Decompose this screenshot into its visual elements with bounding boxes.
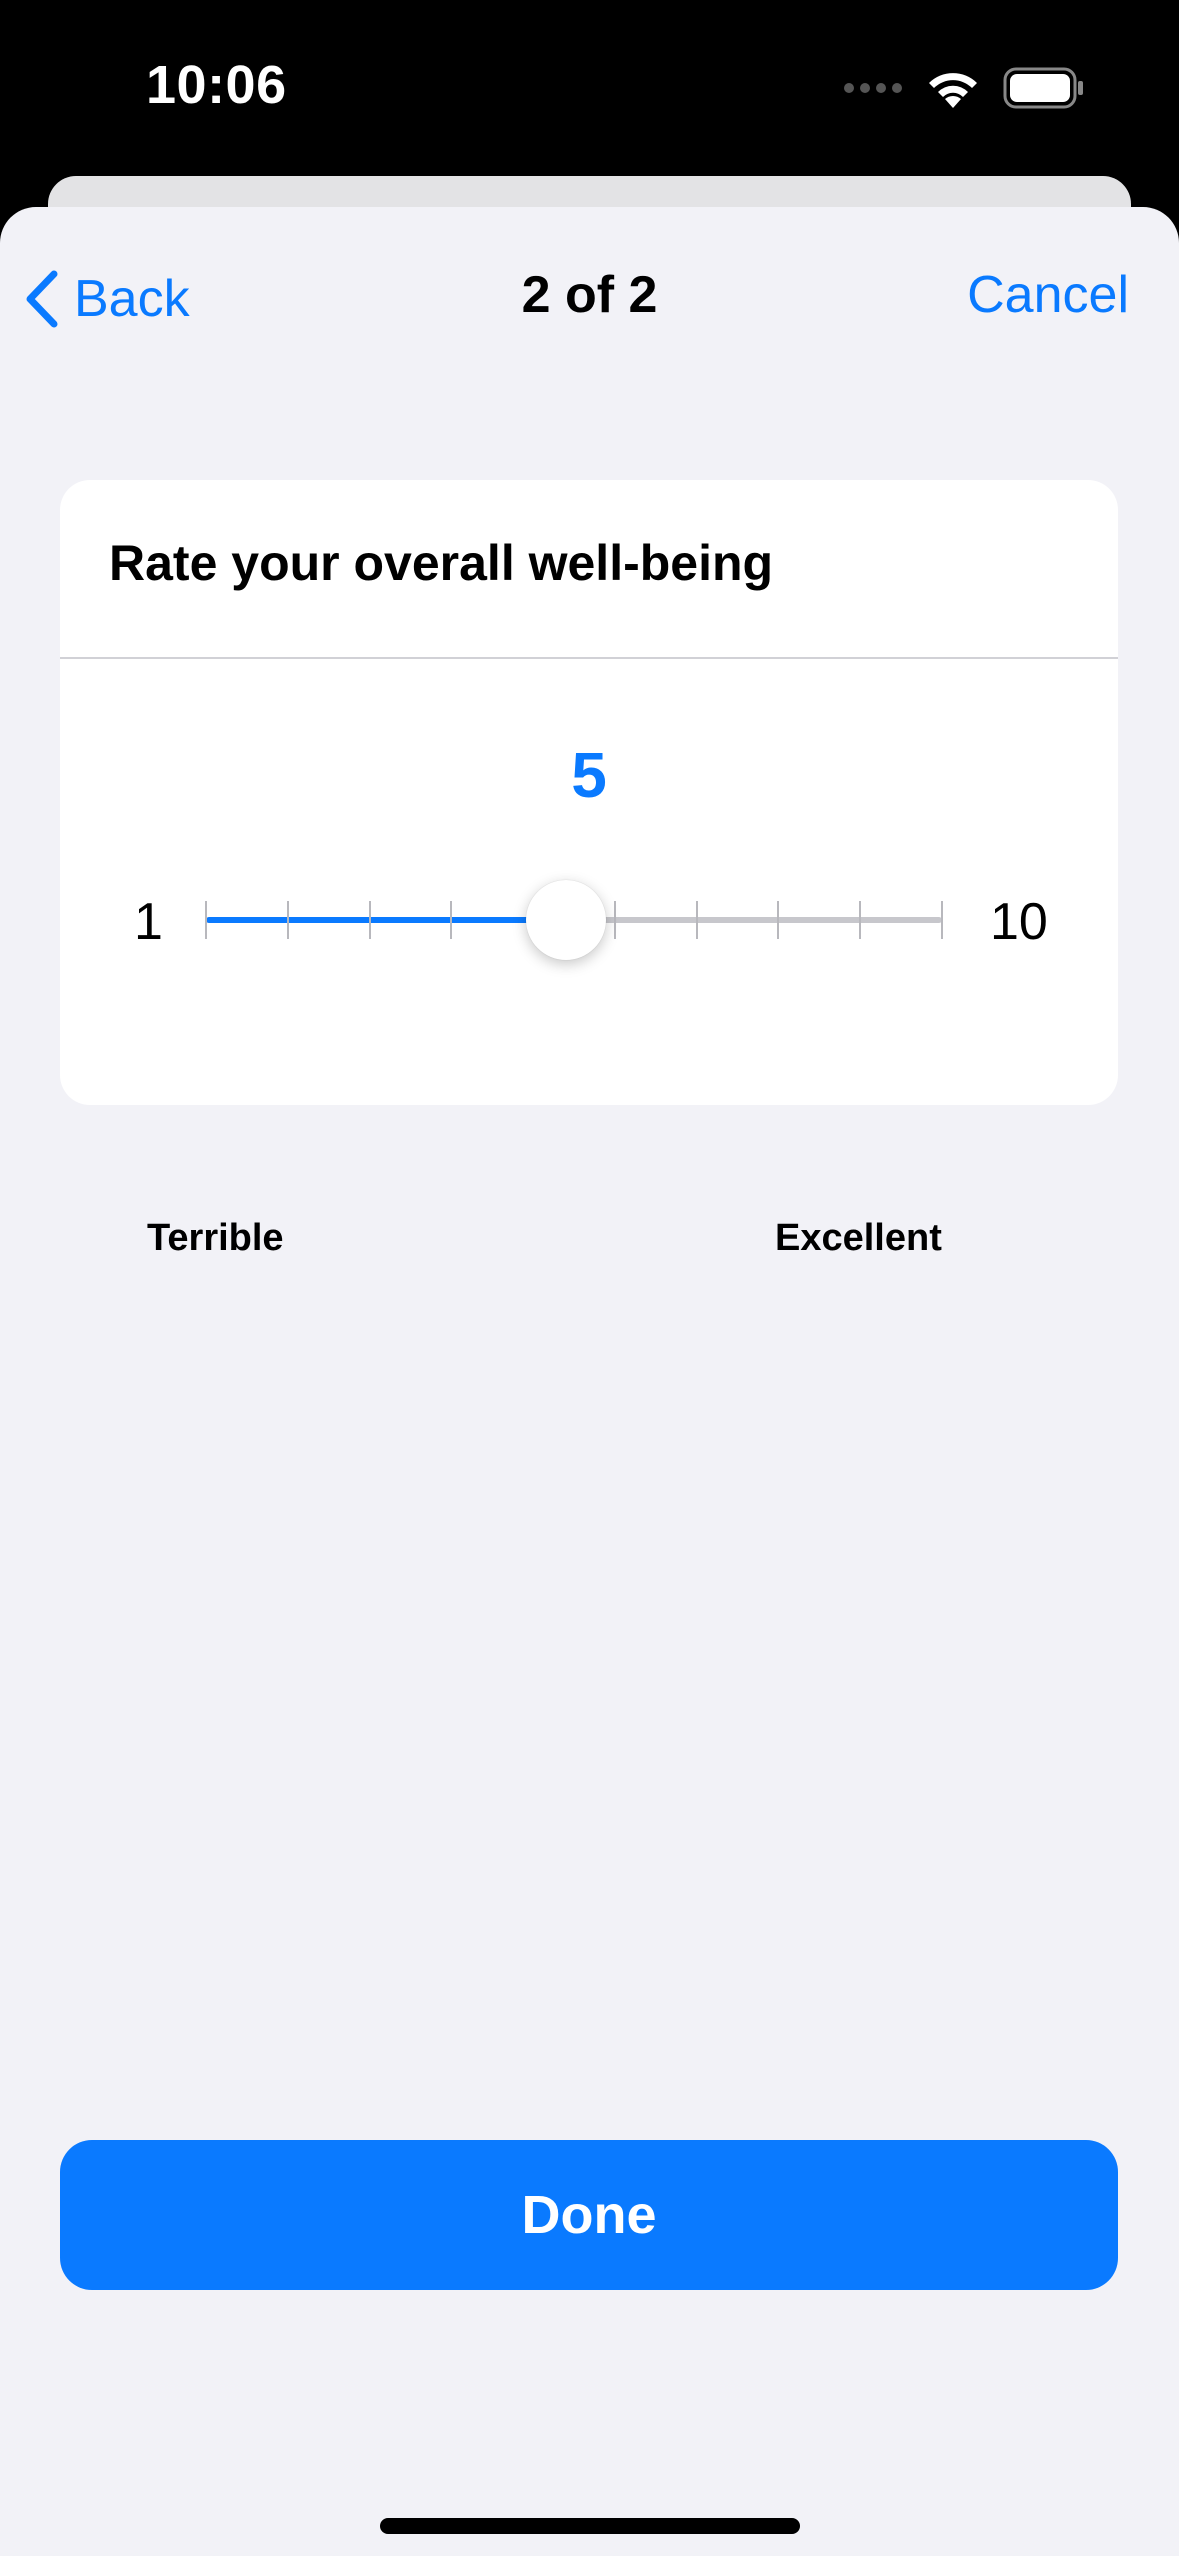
slider-tick: [450, 901, 453, 939]
status-icons: [843, 62, 1085, 114]
slider-max-value: 10: [990, 893, 1048, 951]
slider-tick: [777, 901, 780, 939]
cancel-button[interactable]: Cancel: [967, 265, 1129, 325]
slider-track-fill: [206, 917, 567, 923]
status-bar: 10:06: [0, 0, 1179, 180]
rating-slider[interactable]: [205, 880, 943, 960]
home-indicator: [380, 2518, 800, 2534]
done-button[interactable]: Done: [60, 2140, 1118, 2290]
slider-min-value: 1: [134, 893, 163, 951]
wifi-icon: [929, 73, 977, 108]
slider-tick: [205, 901, 207, 939]
slider-thumb[interactable]: [526, 880, 607, 960]
navigation-bar: Back 2 of 2 Cancel: [0, 207, 1179, 377]
slider-tick: [695, 901, 698, 939]
signal-dots-icon: [844, 83, 902, 93]
slider-tick: [859, 901, 862, 939]
question-prompt: Rate your overall well-being: [109, 535, 774, 591]
slider-tick: [613, 901, 616, 939]
slider-min-label: Terrible: [147, 1217, 284, 1259]
slider-value: 5: [571, 739, 607, 811]
battery-icon: [1003, 67, 1083, 109]
survey-sheet: Back 2 of 2 Cancel Rate your overall wel…: [0, 207, 1179, 2556]
status-time: 10:06: [146, 55, 287, 115]
divider: [60, 657, 1118, 659]
slider-max-label: Excellent: [775, 1217, 942, 1259]
slider-tick: [941, 901, 943, 939]
slider-tick: [368, 901, 371, 939]
question-card: Rate your overall well-being 5 1 10: [60, 480, 1118, 1105]
slider-tick: [286, 901, 289, 939]
